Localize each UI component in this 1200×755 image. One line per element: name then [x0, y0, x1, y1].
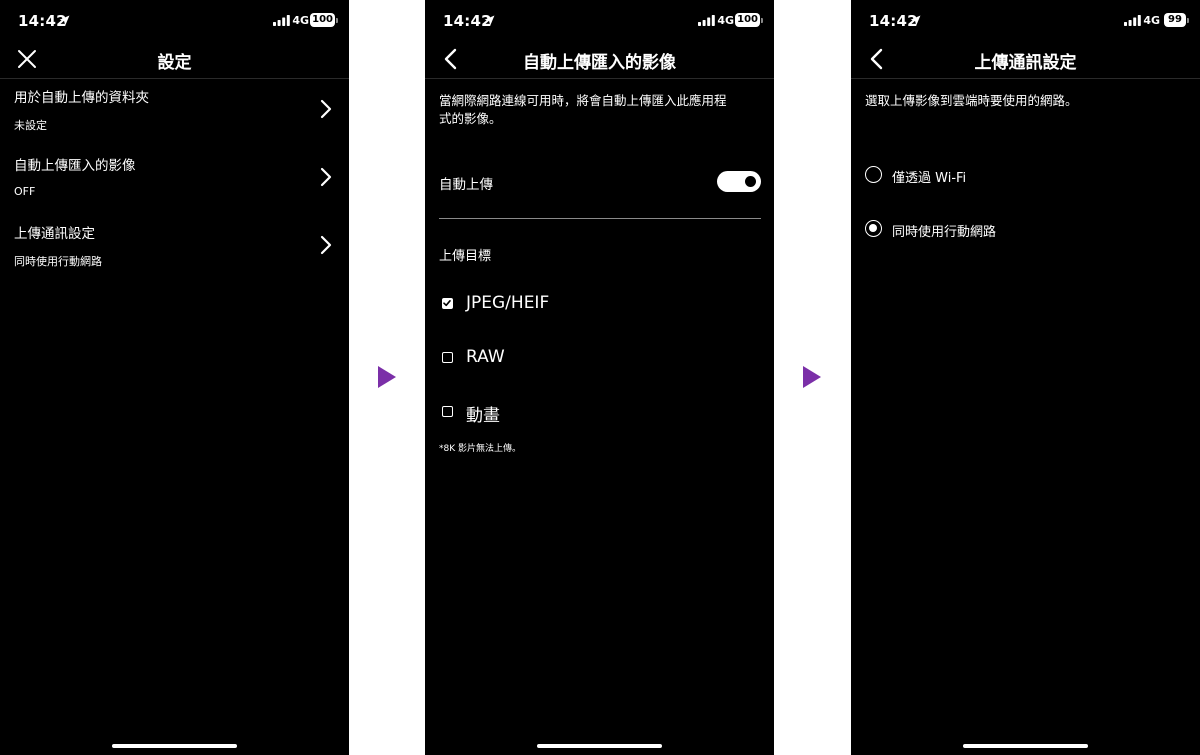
auto-upload-toggle[interactable] — [717, 171, 761, 192]
signal-bars-icon — [273, 15, 290, 26]
footnote: *8K 影片無法上傳。 — [439, 444, 521, 454]
radio-dot — [869, 224, 877, 232]
settings-item-value: 未設定 — [14, 119, 47, 132]
signal-bars-icon — [698, 15, 715, 26]
settings-item-value: 同時使用行動網路 — [14, 255, 102, 268]
nav-bar: 自動上傳匯入的影像 — [425, 40, 774, 79]
battery-level: 100 — [735, 13, 760, 27]
checkbox-checked-icon[interactable] — [442, 298, 453, 309]
chevron-right-icon — [320, 99, 332, 119]
home-indicator[interactable] — [537, 744, 662, 748]
target-label: 動畫 — [466, 406, 500, 426]
page-title: 上傳通訊設定 — [974, 53, 1077, 73]
settings-item-label: 自動上傳匯入的影像 — [14, 158, 136, 174]
battery-tip-icon — [1187, 18, 1189, 23]
settings-item-upload-network[interactable]: 上傳通訊設定 同時使用行動網路 — [0, 214, 349, 282]
description: 當網際網路連線可用時，將會自動上傳匯入此應用程 式的影像。 — [439, 92, 760, 128]
radio-selected-icon[interactable] — [865, 220, 882, 237]
description-line: 當網際網路連線可用時，將會自動上傳匯入此應用程 — [439, 93, 727, 108]
target-label: JPEG/HEIF — [466, 293, 550, 313]
network-type: 4G — [292, 14, 309, 27]
page-title: 設定 — [157, 53, 192, 73]
status-bar: 14:42 4G 100 — [0, 0, 349, 40]
radio-unselected-icon[interactable] — [865, 166, 882, 183]
flow-arrow-icon — [803, 366, 821, 388]
battery-tip-icon — [336, 18, 338, 23]
description-line: 式的影像。 — [439, 111, 502, 126]
settings-item-label: 用於自動上傳的資料夾 — [14, 90, 149, 106]
settings-item-auto-upload[interactable]: 自動上傳匯入的影像 OFF — [0, 146, 349, 214]
location-arrow-icon — [59, 15, 70, 26]
flow-arrow-icon — [378, 366, 396, 388]
network-type: 4G — [717, 14, 734, 27]
toggle-knob — [745, 176, 756, 187]
checkbox-unchecked-icon[interactable] — [442, 352, 453, 363]
location-arrow-icon — [910, 15, 921, 26]
battery-level: 100 — [310, 13, 335, 27]
auto-upload-label: 自動上傳 — [439, 177, 493, 193]
battery-level: 99 — [1164, 13, 1186, 27]
home-indicator[interactable] — [963, 744, 1088, 748]
target-label: RAW — [466, 347, 505, 367]
status-bar: 14:42 4G 99 — [851, 0, 1200, 40]
settings-item-upload-folder[interactable]: 用於自動上傳的資料夾 未設定 — [0, 78, 349, 146]
location-arrow-icon — [484, 15, 495, 26]
auto-upload-toggle-row: 自動上傳 — [439, 164, 761, 200]
settings-screen: 14:42 4G 100 設定 用於自動上傳的資料夾 未設定 自動上傳匯入的影像… — [0, 0, 349, 755]
nav-bar: 設定 — [0, 40, 349, 79]
nav-bar: 上傳通訊設定 — [851, 40, 1200, 79]
option-label: 僅透過 Wi-Fi — [892, 171, 967, 186]
chevron-right-icon — [320, 167, 332, 187]
checkbox-unchecked-icon[interactable] — [442, 406, 453, 417]
upload-network-screen: 14:42 4G 99 上傳通訊設定 選取上傳影像到雲端時要使用的網路。 僅透過… — [851, 0, 1200, 755]
network-type: 4G — [1143, 14, 1160, 27]
divider — [439, 218, 761, 219]
auto-upload-screen: 14:42 4G 100 自動上傳匯入的影像 當網際網路連線可用時，將會自動上傳… — [425, 0, 774, 755]
settings-item-value: OFF — [14, 185, 36, 198]
description: 選取上傳影像到雲端時要使用的網路。 — [865, 93, 1078, 108]
settings-item-label: 上傳通訊設定 — [14, 226, 95, 242]
page-title: 自動上傳匯入的影像 — [523, 53, 676, 73]
status-bar: 14:42 4G 100 — [425, 0, 774, 40]
option-label: 同時使用行動網路 — [892, 225, 997, 240]
battery-tip-icon — [761, 18, 763, 23]
upload-target-heading: 上傳目標 — [439, 249, 492, 264]
home-indicator[interactable] — [112, 744, 237, 748]
signal-bars-icon — [1124, 15, 1141, 26]
chevron-right-icon — [320, 235, 332, 255]
